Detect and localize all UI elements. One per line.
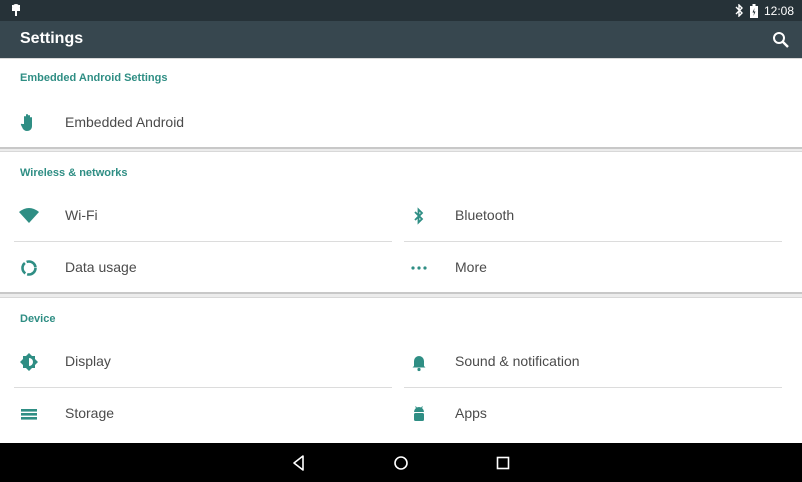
setting-display[interactable]: Display <box>14 336 392 388</box>
home-icon[interactable] <box>390 452 412 474</box>
setting-apps[interactable]: Apps <box>404 388 782 440</box>
hand-icon <box>20 114 32 131</box>
app-bar: Settings <box>0 21 802 58</box>
setting-label: Sound & notification <box>455 353 580 369</box>
android-icon <box>414 406 424 421</box>
setting-label: Data usage <box>65 259 137 275</box>
brightness-icon <box>20 353 38 371</box>
search-icon[interactable] <box>770 29 792 51</box>
setting-label: Storage <box>65 405 115 421</box>
section-wireless-networks: Wireless & networks Wi-Fi Bluetooth Data… <box>0 151 802 294</box>
navigation-bar <box>0 443 802 482</box>
status-time: 12:08 <box>763 3 794 18</box>
setting-label: Apps <box>455 405 487 421</box>
setting-sound-notification[interactable]: Sound & notification <box>404 336 782 388</box>
data-usage-icon <box>21 260 37 276</box>
status-bar: 12:08 <box>0 0 802 21</box>
setting-more[interactable]: More <box>404 242 782 294</box>
section-title: Embedded Android Settings <box>20 72 168 84</box>
settings-list: Embedded Android Settings Embedded Andro… <box>0 58 802 443</box>
section-device: Device Display Sound & notification Stor… <box>0 297 802 443</box>
bluetooth-icon <box>414 207 424 225</box>
android-debug-icon <box>12 4 20 16</box>
setting-label: Bluetooth <box>455 207 515 223</box>
page-title: Settings <box>20 30 84 47</box>
setting-data-usage[interactable]: Data usage <box>14 242 392 294</box>
section-title: Device <box>20 313 56 325</box>
setting-bluetooth[interactable]: Bluetooth <box>404 190 782 242</box>
setting-storage[interactable]: Storage <box>14 388 392 440</box>
bluetooth-status-icon <box>735 4 743 17</box>
wifi-icon <box>19 208 39 223</box>
setting-wifi[interactable]: Wi-Fi <box>14 190 392 242</box>
section-title: Wireless & networks <box>20 167 128 179</box>
setting-label: More <box>455 259 487 275</box>
battery-charging-icon <box>749 3 758 18</box>
section-embedded-android-settings: Embedded Android Settings Embedded Andro… <box>0 58 802 149</box>
back-icon[interactable] <box>288 452 310 474</box>
recents-icon[interactable] <box>492 452 514 474</box>
more-dots-icon <box>411 266 427 270</box>
setting-label: Embedded Android <box>65 114 185 130</box>
setting-label: Display <box>65 353 111 369</box>
storage-icon <box>21 409 37 420</box>
setting-embedded-android[interactable]: Embedded Android <box>14 97 394 149</box>
setting-label: Wi-Fi <box>65 207 98 223</box>
bell-icon <box>412 356 426 372</box>
